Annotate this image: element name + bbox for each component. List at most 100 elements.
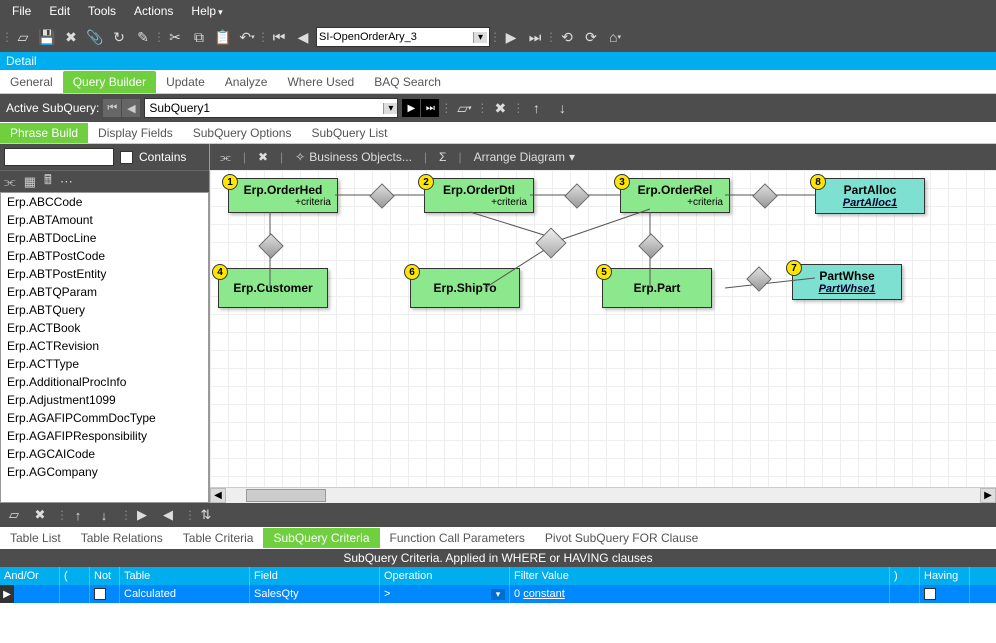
phrase-build-tab[interactable]: Phrase Build [0,123,88,143]
list-item[interactable]: Erp.ABTDocLine [1,229,208,247]
sq-first-icon[interactable]: ⏮ [103,99,121,117]
link-icon[interactable]: ⫘ [4,174,16,190]
canvas-scroll-h[interactable]: ◀ ▶ [210,487,996,503]
undo-icon[interactable]: ↶▾ [236,26,258,48]
col-open-paren[interactable]: ( [60,567,90,585]
canvas-del-icon[interactable]: ✖ [252,148,274,166]
cell-not[interactable] [90,585,120,603]
scroll-left-icon[interactable]: ◀ [210,488,226,503]
tab-subquery-criteria[interactable]: SubQuery Criteria [263,528,379,548]
contains-checkbox[interactable] [120,151,133,164]
sq-next-icon[interactable]: ▶ [402,99,420,117]
cell-having[interactable] [920,585,970,603]
cut-icon[interactable]: ✂ [164,26,186,48]
delete-icon[interactable]: ✖ [60,26,82,48]
nav-fwd-icon[interactable]: ⟳ [580,26,602,48]
query-selector[interactable]: SI-OpenOrderAry_3 ▾ [316,27,490,47]
arrange-diagram-button[interactable]: Arrange Diagram▾ [468,148,581,166]
diagram-canvas[interactable]: 1 Erp.OrderHed +criteria 2 Erp.OrderDtl … [210,170,996,487]
list-item[interactable]: Erp.AGAFIPResponsibility [1,427,208,445]
sq-delete-icon[interactable]: ✖ [489,97,511,119]
menu-edit[interactable]: Edit [41,2,78,20]
nav-right-icon[interactable]: ▶ [132,506,152,524]
nav-last-icon[interactable]: ⏭ [524,26,546,48]
tab-table-list[interactable]: Table List [0,528,71,548]
table-list[interactable]: Erp.ABCCode Erp.ABTAmount Erp.ABTDocLine… [0,192,209,503]
list-item[interactable]: Erp.AdditionalProcInfo [1,373,208,391]
col-filter-value[interactable]: Filter Value [510,567,890,585]
sort-icon[interactable]: ⇅ [196,506,216,524]
cell-filter-value[interactable]: 0 constant [510,585,890,603]
node-partalloc[interactable]: PartAlloc PartAlloc1 [815,178,925,214]
join-diamond[interactable] [746,266,771,291]
menu-file[interactable]: File [4,2,39,20]
list-item[interactable]: Erp.ABTPostCode [1,247,208,265]
list-item[interactable]: Erp.ABTAmount [1,211,208,229]
save-icon[interactable]: 💾 [36,26,58,48]
cell-paren-open[interactable] [60,585,90,603]
cell-table[interactable]: Calculated [120,585,250,603]
clear-icon[interactable]: ✎ [132,26,154,48]
col-table[interactable]: Table [120,567,250,585]
cell-andor[interactable] [14,585,60,603]
cell-operation[interactable]: >▾ [380,585,510,603]
tab-function-call[interactable]: Function Call Parameters [380,528,535,548]
attach-icon[interactable]: 📎 [84,26,106,48]
menu-tools[interactable]: Tools [80,2,124,20]
tab-update[interactable]: Update [156,71,215,93]
copy-icon[interactable]: ⧉ [188,26,210,48]
list-item[interactable]: Erp.ABTQuery [1,301,208,319]
join-diamond[interactable] [258,233,283,258]
join-diamond[interactable] [564,183,589,208]
sq-prev-icon[interactable]: ◀ [122,99,140,117]
scroll-right-icon[interactable]: ▶ [980,488,996,503]
list-item[interactable]: Erp.ABTQParam [1,283,208,301]
sq-new-icon[interactable]: ▱▾ [453,97,475,119]
movedown-icon[interactable]: ↓ [94,506,114,524]
list-item[interactable]: Erp.ACTBook [1,319,208,337]
refresh-icon[interactable]: ↻ [108,26,130,48]
node-part[interactable]: Erp.Part [602,268,712,308]
nav-next-icon[interactable]: ▶ [500,26,522,48]
list-item[interactable]: Erp.Adjustment1099 [1,391,208,409]
sigma-icon[interactable]: Σ [433,148,452,166]
node-orderhed[interactable]: Erp.OrderHed +criteria [228,178,338,213]
menu-help[interactable]: Help▾ [183,2,230,20]
tab-pivot[interactable]: Pivot SubQuery FOR Clause [535,528,708,548]
join-diamond[interactable] [752,183,777,208]
node-shipto[interactable]: Erp.ShipTo [410,268,520,308]
moveup-icon[interactable]: ↑ [68,506,88,524]
new-row-icon[interactable]: ▱ [4,506,24,524]
not-checkbox[interactable] [94,588,106,600]
join-diamond[interactable] [369,183,394,208]
canvas-link-icon[interactable]: ⫘ [214,148,237,167]
tab-table-criteria[interactable]: Table Criteria [173,528,264,548]
subquery-list-tab[interactable]: SubQuery List [301,123,397,143]
col-andor[interactable]: And/Or [0,567,60,585]
col-close-paren[interactable]: ) [890,567,920,585]
tab-analyze[interactable]: Analyze [215,71,278,93]
tab-query-builder[interactable]: Query Builder [63,71,156,93]
subquery-selector[interactable]: SubQuery1 ▾ [144,98,398,118]
display-fields-tab[interactable]: Display Fields [88,123,183,143]
subquery-options-tab[interactable]: SubQuery Options [183,123,302,143]
list-item[interactable]: Erp.AGCAICode [1,445,208,463]
tab-where-used[interactable]: Where Used [277,71,364,93]
paste-icon[interactable]: 📋 [212,26,234,48]
col-not[interactable]: Not [90,567,120,585]
nav-left-icon[interactable]: ◀ [158,506,178,524]
col-field[interactable]: Field [250,567,380,585]
list-item[interactable]: Erp.ACTRevision [1,337,208,355]
list-item[interactable]: Erp.AGCompany [1,463,208,481]
sq-movedown-icon[interactable]: ↓ [551,97,573,119]
join-diamond[interactable] [638,233,663,258]
delete-row-icon[interactable]: ✖ [30,506,50,524]
list-item[interactable]: Erp.ABTPostEntity [1,265,208,283]
node-orderdtl[interactable]: Erp.OrderDtl +criteria [424,178,534,213]
nav-prev-icon[interactable]: ◀ [292,26,314,48]
business-objects-button[interactable]: ✧ Business Objects... [289,148,418,166]
menu-actions[interactable]: Actions [126,2,181,20]
list-item[interactable]: Erp.ACTType [1,355,208,373]
list-item[interactable]: Erp.AGAFIPCommDocType [1,409,208,427]
criteria-grid-row[interactable]: ▶ Calculated SalesQty >▾ 0 constant [0,585,996,603]
